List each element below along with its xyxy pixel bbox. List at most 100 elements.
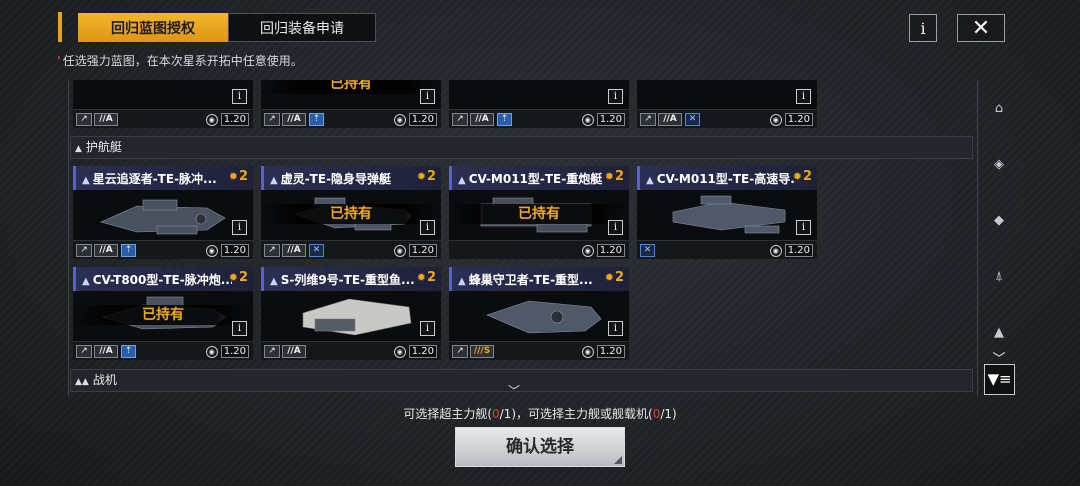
command-cost: ◉ 1.20 [205, 345, 249, 358]
section-title: 护航艇 [85, 140, 122, 154]
command-icon: ◉ [581, 244, 594, 257]
card-info-button[interactable]: i [420, 220, 435, 235]
blueprint-cost: ✹2 [228, 169, 248, 184]
command-value: 1.20 [784, 244, 813, 257]
ship-class-rail: ⌂ ◈ ◆ ⍋ ▲ ﹀ [984, 84, 1016, 367]
card-info-button[interactable]: i [420, 89, 435, 104]
scroll-down-chevron-icon[interactable]: ﹀ [508, 382, 520, 399]
card-info-button[interactable]: i [796, 89, 811, 104]
owned-label: 已持有 [73, 305, 253, 325]
card-stats-row: ↗ //A ◉ 1.20 [261, 341, 441, 360]
header-accent-strip [58, 12, 62, 42]
command-cost: ◉ 1.20 [205, 113, 249, 126]
tech-upgrade-icon: ⇡ [121, 345, 136, 358]
card-info-button[interactable]: i [232, 220, 247, 235]
command-value: 1.20 [784, 113, 813, 126]
notice-text: ' 任选强力蓝图，在本次星系开拓中任意使用。 [57, 52, 303, 69]
card-stats-row: ↗ //A ◉ 1.20 [73, 109, 253, 128]
ship-type-icon: ↗ [76, 244, 92, 257]
command-value: 1.20 [220, 113, 249, 126]
command-value: 1.20 [220, 345, 249, 358]
filter-icon: ▼≡ [987, 370, 1012, 388]
section-header-escort[interactable]: ▲ 护航艇 [70, 136, 973, 159]
command-icon: ◉ [205, 345, 218, 358]
cost-gear-icon: ✹ [416, 170, 426, 183]
ship-card[interactable]: i ↗ //A ⇡ ◉ 1.20 [449, 80, 629, 128]
filter-button[interactable]: ▼≡ [984, 364, 1015, 395]
card-header: ▲ S-列维9号-TE-重型鱼... ✹2 [261, 267, 441, 291]
ship-card[interactable]: ▲ CV-M011型-TE-重炮艇 ✹2 已持有 i ◉ 1.20 [449, 166, 629, 259]
cost-gear-icon: ✹ [604, 170, 614, 183]
command-icon: ◉ [205, 113, 218, 126]
tech-upgrade-icon: ⇡ [497, 113, 512, 126]
card-info-button[interactable]: i [608, 321, 623, 336]
cost-gear-icon: ✹ [792, 170, 802, 183]
cruiser-icon[interactable]: ⌂ [984, 94, 1014, 124]
ship-class-icon: ▲ [458, 276, 466, 287]
ship-image [302, 298, 412, 336]
frigate-icon[interactable]: ⍋ [984, 262, 1014, 292]
command-cost: ◉ 1.20 [581, 113, 625, 126]
ship-card[interactable]: ▲ 虚灵-TE-隐身导弹艇 ✹2 已持有 i ↗ //A ✕ ◉ 1.20 [261, 166, 441, 259]
ship-name: ▲ 蜂巢守卫者-TE-重型... [458, 273, 593, 287]
card-header: ▲ 虚灵-TE-隐身导弹艇 ✹2 [261, 166, 441, 190]
ship-card[interactable]: ▲ S-列维9号-TE-重型鱼... ✹2 i ↗ //A ◉ 1.20 [261, 267, 441, 360]
ship-card[interactable]: i ↗ //A ◉ 1.20 [73, 80, 253, 128]
ship-image [672, 195, 786, 234]
card-header: ▲ 蜂巢守卫者-TE-重型... ✹2 [449, 267, 629, 291]
tab-equipment-request[interactable]: 回归装备申请 [228, 13, 376, 42]
ship-size-badge: //A [94, 113, 118, 126]
close-icon: ✕ [971, 15, 991, 41]
card-info-button[interactable]: i [420, 321, 435, 336]
ship-card[interactable]: ▲ 蜂巢守卫者-TE-重型... ✹2 i ↗ ///S ◉ 1.20 [449, 267, 629, 360]
ship-name: ▲ 虚灵-TE-隐身导弹艇 [270, 172, 392, 186]
section-title: 战机 [92, 373, 117, 387]
card-info-button[interactable]: i [796, 220, 811, 235]
ship-card[interactable]: i ↗ //A ✕ ◉ 1.20 [637, 80, 817, 128]
selection-summary: 可选择超主力舰(0/1)，可选择主力舰或舰载机(0/1) [403, 407, 677, 421]
card-info-button[interactable]: i [232, 89, 247, 104]
card-info-button[interactable]: i [608, 89, 623, 104]
ship-image [486, 300, 602, 334]
ship-card[interactable]: ▲ CV-M011型-TE-高速导... ✹2 i ✕ ◉ 1.20 [637, 166, 817, 259]
card-stats-row: ✕ ◉ 1.20 [637, 240, 817, 259]
info-button[interactable]: i [909, 14, 937, 42]
owned-label: 已持有 [261, 80, 441, 94]
cost-gear-icon: ✹ [604, 271, 614, 284]
carrier-icon[interactable]: ◈ [984, 150, 1014, 180]
fighter-class-icon: ▲▲ [75, 377, 89, 387]
ship-size-badge: //A [282, 345, 306, 358]
card-header: ▲ CV-T800型-TE-脉冲炮... ✹2 [73, 267, 253, 291]
ship-name: ▲ CV-M011型-TE-重炮艇 [458, 172, 603, 186]
ship-type-icon: ↗ [452, 345, 468, 358]
anti-fighter-icon: ✕ [640, 244, 655, 257]
card-stats-row: ◉ 1.20 [449, 240, 629, 259]
tab-blueprint-authorization[interactable]: 回归蓝图授权 [78, 13, 228, 42]
blueprint-cost: ✹2 [416, 169, 436, 184]
command-cost: ◉ 1.20 [581, 345, 625, 358]
ship-name: ▲ 星云追逐者-TE-脉冲... [82, 172, 217, 186]
ship-card[interactable]: ▲ 星云追逐者-TE-脉冲... ✹2 i ↗ //A ⇡ ◉ 1.20 [73, 166, 253, 259]
command-icon: ◉ [581, 345, 594, 358]
ship-name: ▲ CV-T800型-TE-脉冲炮... [82, 273, 232, 287]
ship-size-badge: ///S [470, 345, 494, 358]
tech-upgrade-icon: ⇡ [121, 244, 136, 257]
card-info-button[interactable]: i [232, 321, 247, 336]
ship-card[interactable]: ▲ CV-T800型-TE-脉冲炮... ✹2 已持有 i ↗ //A ⇡ ◉ 1.… [73, 267, 253, 360]
command-icon: ◉ [581, 113, 594, 126]
section-header-fighter[interactable]: ▲▲ 战机 [70, 369, 973, 392]
ship-name: ▲ CV-M011型-TE-高速导... [646, 172, 796, 186]
close-button[interactable]: ✕ [957, 14, 1005, 42]
confirm-selection-button[interactable]: 确认选择 [455, 427, 625, 467]
ship-card[interactable]: 已持有 i ↗ //A ⇡ ◉ 1.20 [261, 80, 441, 128]
command-cost: ◉ 1.20 [393, 113, 437, 126]
command-icon: ◉ [769, 244, 782, 257]
ship-size-badge: //A [94, 244, 118, 257]
command-cost: ◉ 1.20 [393, 345, 437, 358]
destroyer-icon[interactable]: ◆ [984, 206, 1014, 236]
notice-body: 任选强力蓝图，在本次星系开拓中任意使用。 [62, 54, 303, 68]
card-info-button[interactable]: i [608, 220, 623, 235]
ship-class-icon: ▲ [458, 175, 466, 186]
corvette-icon[interactable]: ▲ [984, 318, 1014, 348]
command-cost: ◉ 1.20 [581, 244, 625, 257]
